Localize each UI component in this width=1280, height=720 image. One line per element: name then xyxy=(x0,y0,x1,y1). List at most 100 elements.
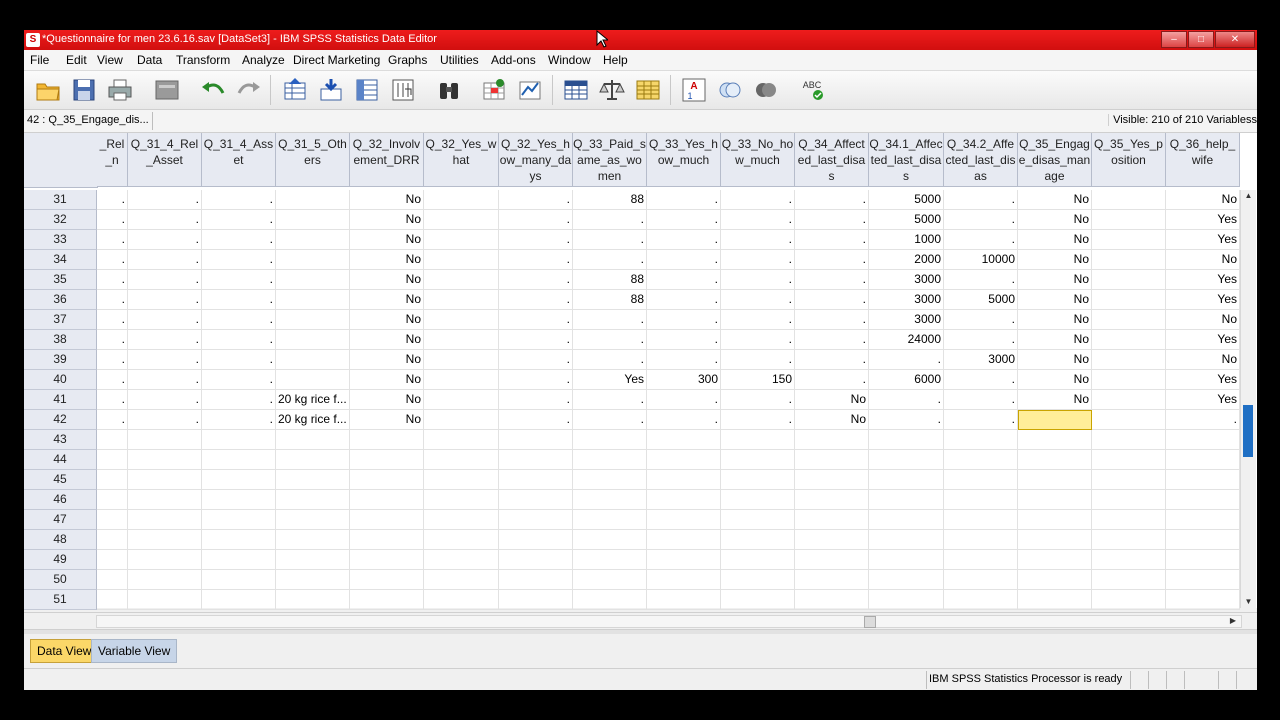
table-cell[interactable]: 20 kg rice f... xyxy=(276,410,350,430)
table-cell[interactable] xyxy=(1092,230,1166,250)
table-cell[interactable]: Yes xyxy=(1166,290,1240,310)
scroll-right-icon[interactable]: ▶ xyxy=(1227,615,1239,626)
menu-graphs[interactable]: Graphs xyxy=(388,53,427,67)
table-cell[interactable] xyxy=(499,430,573,450)
table-cell[interactable]: Yes xyxy=(1166,330,1240,350)
table-cell[interactable]: Yes xyxy=(573,370,647,390)
tab-data-view[interactable]: Data View xyxy=(30,639,99,663)
table-cell[interactable]: . xyxy=(202,270,276,290)
row-header[interactable]: 31 xyxy=(24,190,97,210)
table-cell[interactable] xyxy=(1092,570,1166,590)
table-cell[interactable]: No xyxy=(1018,330,1092,350)
table-cell[interactable] xyxy=(128,430,202,450)
table-cell[interactable] xyxy=(647,590,721,610)
row-header[interactable]: 34 xyxy=(24,250,97,270)
table-cell[interactable] xyxy=(721,550,795,570)
table-cell[interactable] xyxy=(350,530,424,550)
table-cell[interactable] xyxy=(795,470,869,490)
table-cell[interactable] xyxy=(1092,490,1166,510)
table-cell[interactable] xyxy=(795,430,869,450)
table-cell[interactable] xyxy=(1018,510,1092,530)
table-cell[interactable] xyxy=(1092,190,1166,210)
table-cell[interactable] xyxy=(869,450,944,470)
table-cell[interactable]: . xyxy=(869,390,944,410)
table-cell[interactable] xyxy=(276,450,350,470)
table-cell[interactable]: No xyxy=(1166,310,1240,330)
row-header[interactable]: 36 xyxy=(24,290,97,310)
table-cell[interactable]: . xyxy=(573,350,647,370)
open-folder-icon[interactable] xyxy=(33,76,63,104)
table-cell[interactable] xyxy=(944,490,1018,510)
vertical-scrollbar[interactable]: ▲ ▼ xyxy=(1240,190,1256,608)
menu-window[interactable]: Window xyxy=(548,53,591,67)
goto-case-icon[interactable] xyxy=(280,76,310,104)
menu-data[interactable]: Data xyxy=(137,53,162,67)
table-cell[interactable] xyxy=(499,450,573,470)
table-cell[interactable] xyxy=(424,210,499,230)
table-cell[interactable] xyxy=(1166,430,1240,450)
table-cell[interactable]: . xyxy=(795,290,869,310)
table-cell[interactable]: . xyxy=(202,250,276,270)
table-cell[interactable] xyxy=(424,390,499,410)
table-cell[interactable]: No xyxy=(1018,250,1092,270)
table-cell[interactable] xyxy=(721,490,795,510)
table-cell[interactable]: . xyxy=(97,270,128,290)
table-cell[interactable]: 20 kg rice f... xyxy=(276,390,350,410)
table-cell[interactable] xyxy=(276,230,350,250)
table-cell[interactable] xyxy=(276,210,350,230)
table-cell[interactable] xyxy=(944,470,1018,490)
data-grid[interactable]: _Rel_n Q_31_4_Rel_Asset Q_31_4_Asset Q_31_5… xyxy=(24,133,1257,610)
table-cell[interactable] xyxy=(424,290,499,310)
table-cell[interactable]: . xyxy=(721,310,795,330)
row-header[interactable]: 41 xyxy=(24,390,97,410)
table-cell[interactable] xyxy=(795,590,869,610)
table-cell[interactable] xyxy=(869,510,944,530)
table-cell[interactable] xyxy=(1092,390,1166,410)
table-cell[interactable]: . xyxy=(499,210,573,230)
table-cell[interactable]: . xyxy=(573,390,647,410)
table-cell[interactable] xyxy=(424,490,499,510)
table-cell[interactable] xyxy=(276,590,350,610)
table-cell[interactable]: . xyxy=(721,290,795,310)
table-cell[interactable] xyxy=(573,430,647,450)
table-cell[interactable]: . xyxy=(869,350,944,370)
table-cell[interactable]: No xyxy=(350,230,424,250)
table-cell[interactable]: . xyxy=(573,330,647,350)
table-cell[interactable]: . xyxy=(795,270,869,290)
table-cell[interactable] xyxy=(276,290,350,310)
table-cell[interactable]: . xyxy=(647,230,721,250)
table-cell[interactable]: No xyxy=(1018,270,1092,290)
table-cell[interactable]: . xyxy=(97,210,128,230)
table-cell[interactable] xyxy=(1018,410,1092,430)
row-header[interactable]: 48 xyxy=(24,530,97,550)
table-cell[interactable]: . xyxy=(1166,410,1240,430)
menu-view[interactable]: View xyxy=(97,53,123,67)
table-cell[interactable] xyxy=(1018,450,1092,470)
table-cell[interactable] xyxy=(1092,530,1166,550)
table-cell[interactable] xyxy=(202,490,276,510)
table-cell[interactable]: . xyxy=(573,410,647,430)
table-cell[interactable] xyxy=(97,430,128,450)
table-cell[interactable] xyxy=(869,470,944,490)
table-cell[interactable]: . xyxy=(128,350,202,370)
column-header[interactable]: Q_32_Involvement_DRR xyxy=(350,133,424,187)
table-cell[interactable]: . xyxy=(721,230,795,250)
table-cell[interactable] xyxy=(424,430,499,450)
table-cell[interactable] xyxy=(869,430,944,450)
table-cell[interactable] xyxy=(424,190,499,210)
table-cell[interactable]: . xyxy=(721,250,795,270)
table-cell[interactable] xyxy=(350,490,424,510)
table-cell[interactable]: 3000 xyxy=(869,290,944,310)
table-cell[interactable] xyxy=(276,430,350,450)
table-cell[interactable]: . xyxy=(202,210,276,230)
restore-button[interactable]: □ xyxy=(1188,31,1214,48)
table-cell[interactable] xyxy=(276,190,350,210)
table-cell[interactable]: No xyxy=(1018,350,1092,370)
table-cell[interactable] xyxy=(499,530,573,550)
table-cell[interactable] xyxy=(1092,290,1166,310)
table-cell[interactable] xyxy=(202,590,276,610)
table-cell[interactable]: . xyxy=(647,250,721,270)
table-cell[interactable]: . xyxy=(869,410,944,430)
table-cell[interactable] xyxy=(424,450,499,470)
table-cell[interactable] xyxy=(424,230,499,250)
